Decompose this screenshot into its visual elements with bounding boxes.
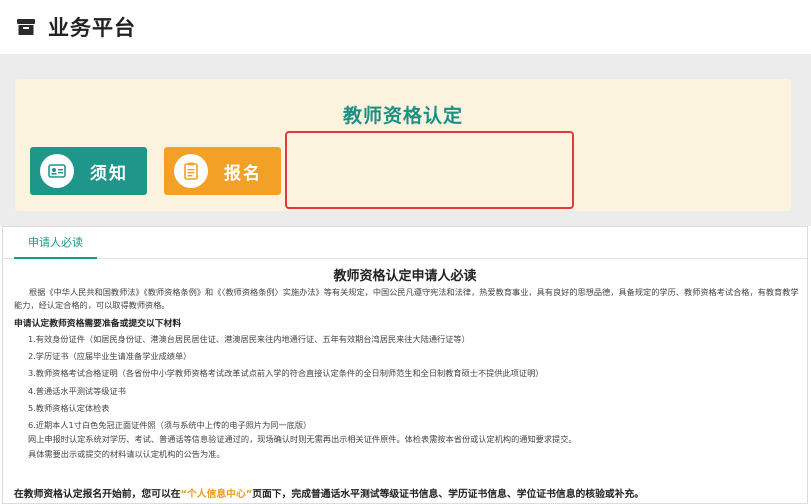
- list-item: 3.教师资格考试合格证明（各省份中小学教师资格考试改革试点前入学的符合直接认定条…: [28, 368, 544, 379]
- intro-paragraph: 根据《中华人民共和国教师法》《教师资格条例》和《〈教师资格条例〉实施办法》等有关…: [14, 287, 799, 310]
- bottom-notice-after: 页面下，完成普通话水平测试等级证书信息、学历证书信息、学位证书信息的核验或补充。: [252, 489, 645, 500]
- list-item: 2.学历证书（应届毕业生请准备学业成绩单）: [28, 351, 192, 362]
- page-title: 业务平台: [48, 16, 136, 40]
- app-header: 业务平台: [0, 0, 811, 54]
- materials-heading: 申请认定教师资格需要准备或提交以下材料: [14, 319, 182, 329]
- announcement-note: 具体需要出示或提交的材料请以认定机构的公告为准。: [28, 449, 225, 459]
- notice-button-label: 须知: [90, 163, 128, 184]
- notice-button[interactable]: 须知: [30, 147, 147, 195]
- info-card: 申请人必读 教师资格认定申请人必读 根据《中华人民共和国教师法》《教师资格条例》…: [2, 226, 808, 504]
- tab-applicant-notice[interactable]: 申请人必读: [14, 227, 97, 259]
- id-card-icon: [40, 154, 74, 188]
- list-item: 6.近期本人1寸白色免冠正面证件照（须与系统中上传的电子照片为同一底版）: [28, 420, 312, 431]
- bottom-notice-before: 在教师资格认定报名开始前，您可以在: [14, 489, 181, 500]
- banner-card: 教师资格认定 须知 报名: [15, 79, 791, 211]
- signup-button[interactable]: 报名: [164, 147, 281, 195]
- content-title: 教师资格认定申请人必读: [333, 269, 477, 284]
- materials-list: 1.有效身份证件（如居民身份证、港澳台居民居住证、港澳居民来往内地通行证、五年有…: [28, 331, 798, 434]
- bottom-notice: 在教师资格认定报名开始前，您可以在“个人信息中心”页面下，完成普通话水平测试等级…: [14, 486, 644, 500]
- tab-bar: 申请人必读: [3, 227, 807, 259]
- verification-note: 网上申报时认定系统对学历、考试、普通话等信息验证通过的，现场确认时则无需再出示相…: [28, 434, 577, 444]
- banner-title: 教师资格认定: [342, 105, 463, 127]
- list-item: 4.普通话水平测试等级证书: [28, 385, 126, 396]
- highlight-frame: [285, 131, 574, 209]
- list-item: 5.教师资格认定体检表: [28, 402, 110, 413]
- signup-button-label: 报名: [224, 163, 262, 184]
- archive-box-icon: [14, 15, 38, 39]
- list-item: 1.有效身份证件（如居民身份证、港澳台居民居住证、港澳居民来往内地通行证、五年有…: [28, 334, 470, 344]
- clipboard-icon: [174, 154, 208, 188]
- personal-center-link[interactable]: “个人信息中心”: [181, 489, 253, 500]
